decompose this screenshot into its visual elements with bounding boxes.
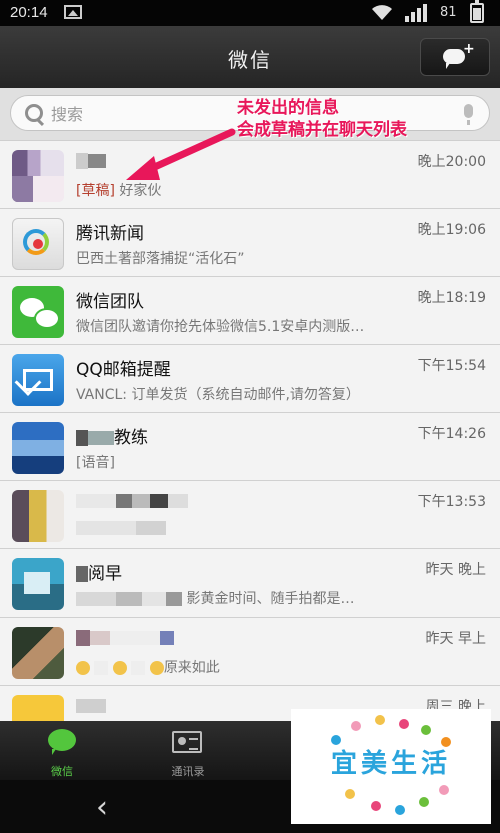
chat-time: 昨天 晚上 — [425, 562, 486, 578]
chat-preview: [语音] — [76, 455, 115, 471]
chat-name: 腾讯新闻 — [76, 224, 144, 244]
chat-name: 微信团队 — [76, 292, 144, 312]
chat-row-draft[interactable]: 晚上20:00 [草稿] 好家伙 — [0, 141, 500, 209]
chat-bubble-icon — [443, 49, 465, 69]
chat-name: 阅早 — [76, 559, 122, 584]
avatar — [12, 422, 64, 474]
avatar — [12, 627, 64, 679]
chat-preview: 原来如此 — [76, 657, 426, 677]
microphone-icon[interactable] — [464, 104, 473, 125]
chat-name — [76, 491, 188, 511]
avatar — [12, 150, 64, 202]
emoji-icon — [112, 661, 127, 675]
chat-time: 昨天 早上 — [425, 631, 486, 647]
emoji-icon — [149, 661, 164, 675]
chat-time: 晚上18:19 — [417, 290, 486, 306]
signal-icon — [405, 4, 427, 22]
back-arrow-icon[interactable]: ‹ — [96, 790, 108, 825]
tab-contacts[interactable]: 通讯录 — [138, 721, 238, 780]
tab-label: 微信 — [51, 765, 73, 778]
chat-name — [76, 628, 174, 648]
image-notification-icon — [64, 5, 82, 19]
chat-row-wechat-team[interactable]: 微信团队 晚上18:19 微信团队邀请你抢先体验微信5.1安卓内测版… — [0, 277, 500, 345]
avatar — [12, 558, 64, 610]
tencent-news-icon — [12, 218, 64, 270]
chat-row-coach[interactable]: 教练 下午14:26 [语音] — [0, 413, 500, 481]
chat-row-tencent-news[interactable]: 腾讯新闻 晚上19:06 巴西土著部落捕捉“活化石” — [0, 209, 500, 277]
mail-icon — [12, 354, 64, 406]
plus-icon: + — [463, 41, 475, 57]
chat-row-emoji[interactable]: 昨天 早上 原来如此 — [0, 618, 500, 686]
chat-name: 教练 — [76, 423, 148, 448]
chat-time: 下午13:53 — [417, 494, 486, 510]
chat-preview: 巴西土著部落捕捉“活化石” — [76, 251, 245, 267]
battery-icon — [470, 0, 484, 23]
annotation-arrow-icon — [126, 128, 236, 180]
chat-row-blurred[interactable]: 下午13:53 — [0, 481, 500, 549]
status-time: 20:14 — [10, 4, 48, 21]
annotation-text: 未发出的信息 会成草稿并在聊天列表 — [237, 98, 407, 140]
chat-time: 晚上20:00 — [417, 154, 486, 170]
emoji-icon — [76, 661, 90, 675]
chat-preview — [76, 520, 426, 536]
chat-list: 晚上20:00 [草稿] 好家伙 腾讯新闻 晚上19:06 巴西土著部落捕捉“活… — [0, 141, 500, 754]
chat-preview: 微信团队邀请你抢先体验微信5.1安卓内测版… — [76, 319, 365, 335]
chat-name: QQ邮箱提醒 — [76, 360, 171, 380]
chat-time: 下午14:26 — [417, 426, 486, 442]
chat-time: 下午15:54 — [417, 358, 486, 374]
avatar — [12, 490, 64, 542]
tab-label: 通讯录 — [171, 765, 205, 778]
chat-icon — [48, 729, 76, 755]
chat-preview: 影黄金时间、随手拍都是… — [76, 588, 426, 608]
chat-time: 晚上19:06 — [417, 222, 486, 238]
battery-level: 81 — [440, 5, 457, 20]
tab-wechat[interactable]: 微信 — [12, 721, 112, 780]
contacts-icon — [172, 731, 202, 753]
watermark-logo: 宜美生活 — [291, 709, 491, 824]
chat-name — [76, 151, 106, 171]
compose-button[interactable]: + — [420, 38, 490, 76]
chat-row-qq-mail[interactable]: QQ邮箱提醒 下午15:54 VANCL: 订单发货（系统自动邮件,请勿答复） — [0, 345, 500, 413]
chat-preview: VANCL: 订单发货（系统自动邮件,请勿答复） — [76, 387, 360, 403]
wechat-logo-icon — [12, 286, 64, 338]
search-icon — [25, 104, 43, 122]
chat-name — [76, 696, 106, 716]
watermark-text: 宜美生活 — [330, 749, 451, 779]
status-bar: 20:14 81 — [0, 0, 500, 26]
app-header: 微信 + — [0, 26, 500, 89]
wifi-icon — [372, 5, 392, 20]
draft-tag: [草稿] — [76, 183, 115, 199]
chat-row-news[interactable]: 阅早 昨天 晚上 影黄金时间、随手拍都是… — [0, 549, 500, 618]
